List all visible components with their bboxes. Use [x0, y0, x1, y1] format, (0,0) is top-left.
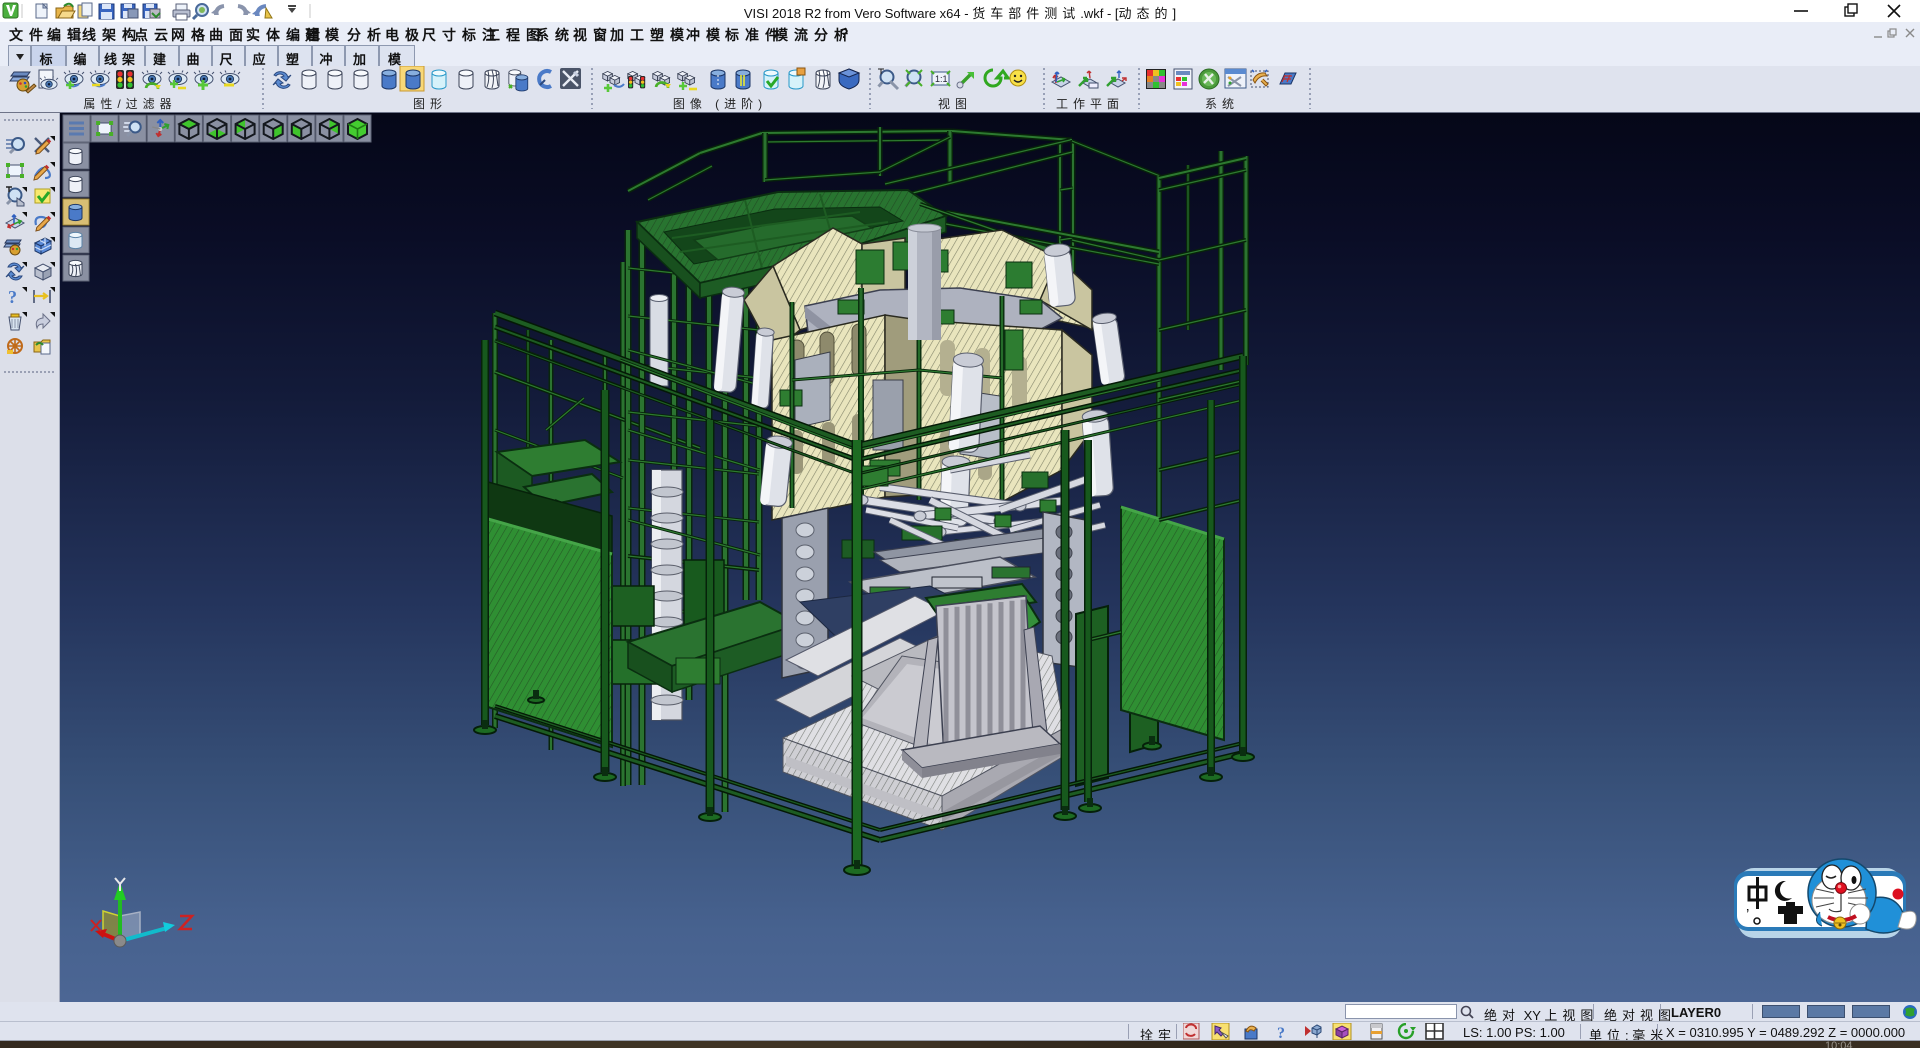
svg-text:?: ? [8, 287, 17, 307]
svg-text:?: ? [1277, 1025, 1285, 1040]
svg-text:1:1: 1:1 [935, 74, 948, 84]
svg-text:’: ’ [1746, 906, 1749, 923]
